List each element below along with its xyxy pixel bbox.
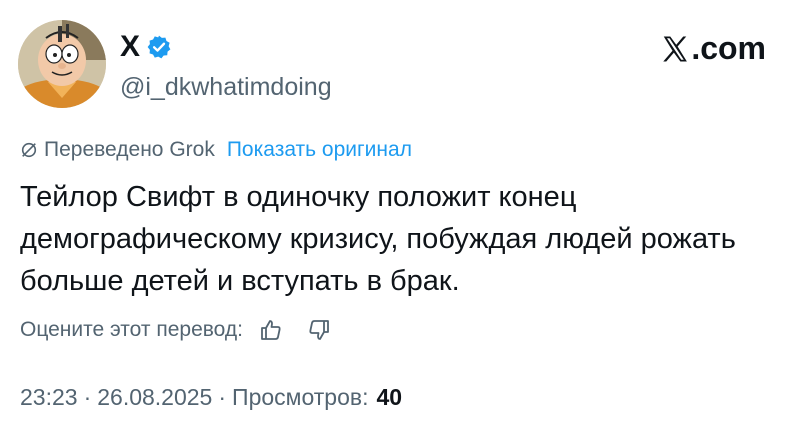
tweet-text: Тейлор Свифт в одиночку положит конец де… [20,181,736,297]
user-name-row[interactable]: X [120,30,172,64]
translated-by-label: Переведено Grok [44,138,215,161]
user-name[interactable]: X [120,30,140,64]
brand-logo: .com [660,30,766,67]
tweet-date[interactable]: 26.08.2025 [97,384,212,411]
translation-bar: Переведено Grok Показать оригинал [20,138,412,162]
cartoon-character-avatar-icon [18,20,106,108]
tweet-time[interactable]: 23:23 [20,384,78,411]
avatar[interactable] [18,20,106,108]
thumbs-down-icon[interactable] [307,318,331,342]
tweet-meta: 23:23 · 26.08.2025 · Просмотров: 40 [20,384,402,411]
separator-dot: · [218,384,227,410]
brand-text: .com [691,30,766,66]
verified-badge-icon [147,35,171,59]
translate-slash-icon [21,142,37,158]
user-handle[interactable]: @i_dkwhatimdoing [120,73,332,102]
x-logo-icon [663,36,688,61]
rate-translation-label: Оцените этот перевод: [20,318,243,341]
separator-dot: · [83,384,92,410]
rate-translation-row: Оцените этот перевод: [20,318,331,342]
show-original-link[interactable]: Показать оригинал [227,138,412,162]
thumbs-up-icon[interactable] [259,318,283,342]
views-label: Просмотров: [232,384,369,410]
views-count: 40 [376,384,403,410]
